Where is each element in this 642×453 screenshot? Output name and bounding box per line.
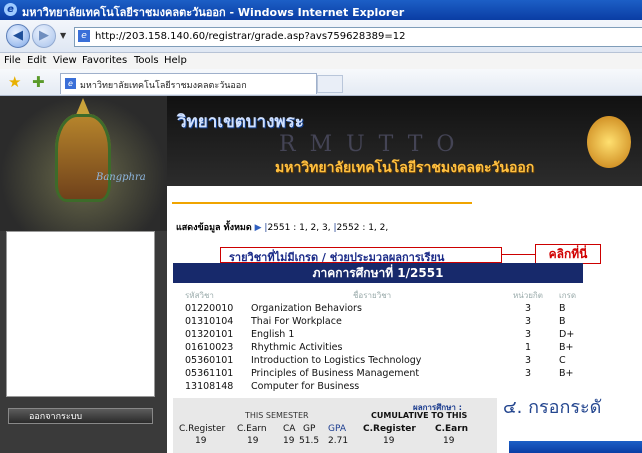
no-grade-link[interactable]: รายวิชาที่ไม่มีเกรด / ช่วยประมวลผลการเรี…	[220, 247, 502, 264]
filter-label[interactable]: แสดงข้อมูล ทั้งหมด	[176, 223, 252, 233]
table-row: 01220010 Organization Behaviors 3 B	[185, 303, 566, 314]
campus-title: วิทยาเขตบางพระ	[177, 112, 304, 132]
col-credit: หน่วยกิต	[513, 291, 543, 300]
add-favorites-icon[interactable]: ✚	[32, 73, 45, 91]
col-grade: เกรด	[559, 291, 577, 300]
menu-bar: File Edit View Favorites Tools Help	[0, 53, 642, 69]
table-row: 01310104 Thai For Workplace 3 B	[185, 316, 566, 327]
course-table: 01220010 Organization Behaviors 3 B 0131010…	[173, 303, 583, 394]
summary-header-row: C.Register C.Earn CA GP GPA C.Register C…	[179, 424, 469, 434]
menu-help[interactable]: Help	[164, 55, 187, 66]
mini-window-preview	[509, 441, 642, 453]
logout-label: ออกจากระบบ	[29, 412, 83, 422]
table-row: 01610023 Rhythmic Activities 1 B+	[185, 342, 574, 353]
click-here-callout: คลิกที่นี่	[535, 244, 601, 264]
tab-label: มหาวิทยาลัยเทคโนโลยีราชมงคลตะวันออก	[80, 81, 247, 91]
browser-tab[interactable]: e มหาวิทยาลัยเทคโนโลยีราชมงคลตะวันออก	[60, 73, 317, 94]
page-content: Bangphra ออกจากระบบ วิทยาเขตบางพระ RMUTT…	[0, 96, 642, 453]
menu-view[interactable]: View	[53, 55, 77, 66]
filter-year-1[interactable]: 2551	[267, 223, 290, 233]
back-icon[interactable]: ◀	[6, 24, 30, 48]
sidebar-banner-image: Bangphra	[0, 96, 167, 231]
callout-pointer	[501, 254, 535, 255]
history-dropdown-icon[interactable]: ▼	[60, 31, 66, 40]
site-header: วิทยาเขตบางพระ RMUTTO มหาวิทยาลัยเทคโนโล…	[167, 96, 642, 186]
filter-year-2[interactable]: 2552	[337, 223, 360, 233]
navigation-bar: ◀ ▶ ▼ e http://203.158.140.60/registrar/…	[0, 20, 642, 53]
window-titlebar: e มหาวิทยาลัยเทคโนโลยีราชมงคลตะวันออก - …	[0, 0, 642, 20]
university-title: มหาวิทยาลัยเทคโนโลยีราชมงคลตะวันออก	[275, 160, 535, 176]
arrow-icon: ▶	[254, 223, 265, 233]
this-semester-label: THIS SEMESTER	[245, 411, 309, 420]
filter-terms-2[interactable]: : 1, 2,	[362, 223, 388, 233]
col-code: รหัสวิชา	[185, 291, 214, 300]
left-sidebar: Bangphra ออกจากระบบ	[0, 96, 167, 453]
deity-figure	[55, 114, 111, 202]
grade-summary: ผลการศึกษา : THIS SEMESTER CUMULATIVE TO…	[173, 398, 508, 453]
logout-button[interactable]: ออกจากระบบ	[8, 408, 153, 424]
menu-edit[interactable]: Edit	[27, 55, 46, 66]
cumulative-label: CUMULATIVE TO THIS	[371, 411, 468, 420]
table-row: 05360101 Introduction to Logistics Techno…	[185, 355, 566, 366]
address-bar[interactable]: e http://203.158.140.60/registrar/grade.…	[74, 27, 642, 47]
ornament-line	[172, 202, 472, 204]
tab-page-icon: e	[65, 78, 76, 89]
summary-value-row: 19 19 19 51.5 2.71 19 19	[195, 436, 455, 446]
term-title: ภาคการศึกษาที่ 1/2551	[173, 263, 583, 283]
rmutto-text: RMUTTO	[279, 132, 469, 157]
favorites-bar: ★ ✚ e มหาวิทยาลัยเทคโนโลยีราชมงคลตะวันออ…	[0, 69, 642, 96]
page-icon: e	[78, 30, 90, 42]
table-row: 05361101 Principles of Business Managemen…	[185, 368, 574, 379]
university-emblem-icon	[587, 116, 631, 168]
instruction-step-text: ๔. กรอกระดั	[503, 397, 602, 418]
menu-tools[interactable]: Tools	[134, 55, 159, 66]
filter-terms-1[interactable]: : 1, 2, 3,	[293, 223, 330, 233]
favorites-star-icon[interactable]: ★	[8, 73, 21, 91]
instruction-overlay: ๔. กรอกระดั	[497, 386, 642, 453]
semester-filter: แสดงข้อมูล ทั้งหมด ▶ |2551 : 1, 2, 3, |2…	[176, 223, 389, 233]
table-header: รหัสวิชา ชื่อรายวิชา หน่วยกิต เกรด	[173, 287, 583, 301]
window-title: มหาวิทยาลัยเทคโนโลยีราชมงคลตะวันออก - Wi…	[22, 6, 405, 19]
col-name: ชื่อรายวิชา	[353, 291, 392, 300]
sidebar-banner-text: Bangphra	[96, 172, 146, 183]
menu-file[interactable]: File	[4, 55, 21, 66]
forward-icon[interactable]: ▶	[32, 24, 56, 48]
sidebar-panel	[6, 231, 155, 397]
new-tab-button[interactable]	[317, 75, 343, 93]
table-row: 01320101 English 1 3 D+	[185, 329, 575, 340]
ie-icon: e	[4, 3, 17, 16]
address-url[interactable]: http://203.158.140.60/registrar/grade.as…	[95, 31, 405, 42]
menu-favorites[interactable]: Favorites	[82, 55, 127, 66]
